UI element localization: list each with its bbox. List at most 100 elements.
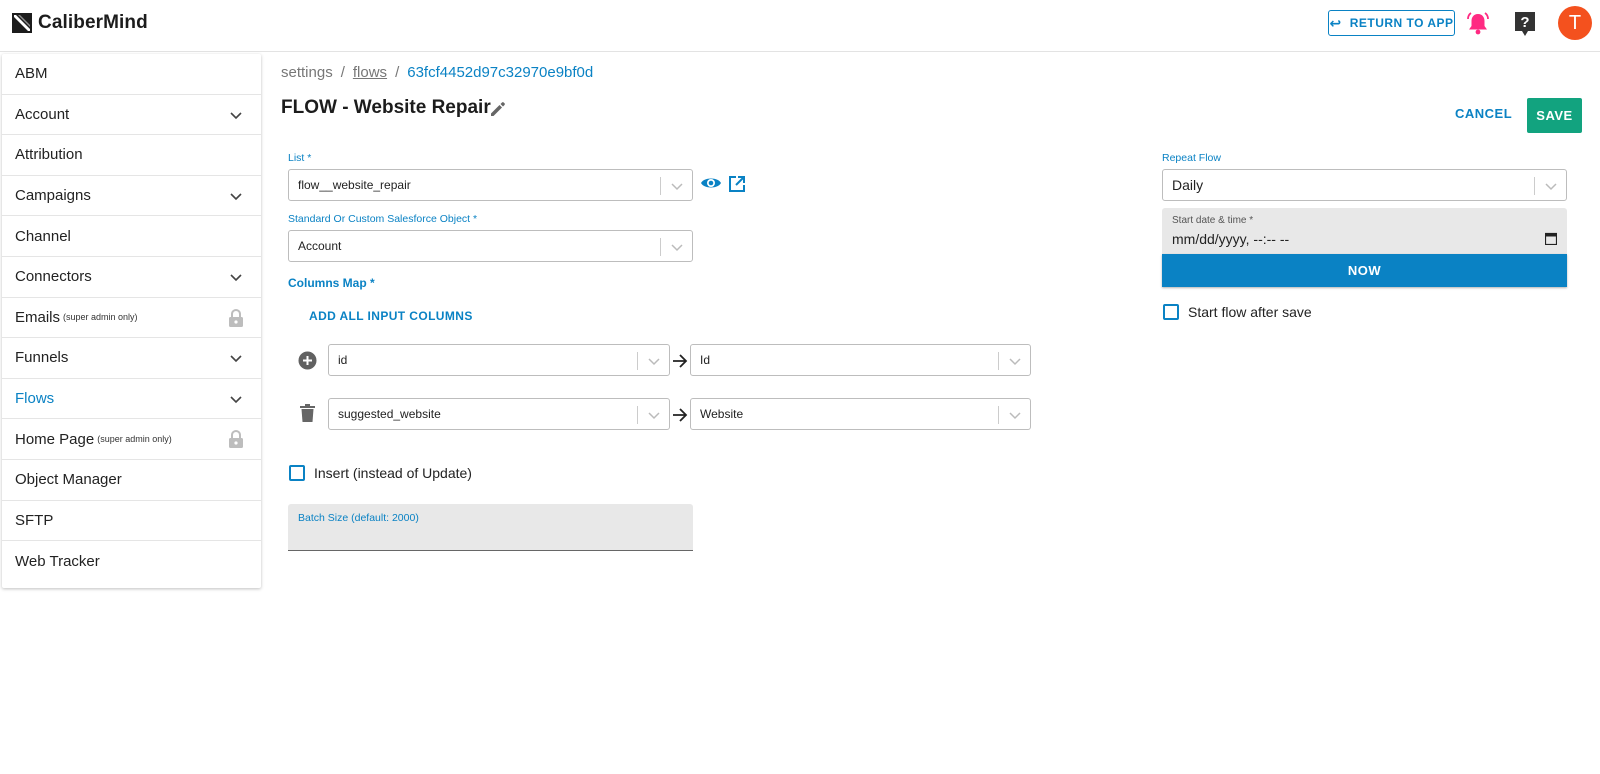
sidebar-item-label: Flows <box>15 390 55 408</box>
settings-sidebar: ABM Account Attribution Campaigns Channel Con… <box>2 54 261 588</box>
batch-size-label: Batch Size (default: 2000) <box>298 512 419 524</box>
sidebar-item-account[interactable]: Account <box>2 95 261 136</box>
chevron-down-icon <box>230 112 242 119</box>
breadcrumb-settings[interactable]: settings <box>281 64 333 81</box>
select-divider <box>637 406 638 424</box>
repeat-flow-value: Daily <box>1172 177 1204 193</box>
sidebar-item-note: (super admin only) <box>97 434 172 445</box>
insert-checkbox-label: Insert (instead of Update) <box>314 465 472 481</box>
sidebar-item-object-manager[interactable]: Object Manager <box>2 460 261 501</box>
delete-mapping-trash-icon[interactable] <box>300 404 315 422</box>
return-to-app-button[interactable]: ↩ RETURN TO APP <box>1328 10 1455 36</box>
object-label: Standard Or Custom Salesforce Object * <box>288 213 478 225</box>
lock-icon <box>229 430 243 449</box>
repeat-flow-label: Repeat Flow <box>1162 152 1221 164</box>
add-all-input-columns-button[interactable]: ADD ALL INPUT COLUMNS <box>309 309 473 323</box>
sidebar-item-label: Object Manager <box>15 471 122 489</box>
chevron-down-icon <box>1009 358 1021 366</box>
user-avatar[interactable]: T <box>1558 6 1592 40</box>
mapping-target-select[interactable]: Website <box>690 398 1031 430</box>
sidebar-item-label: Attribution <box>15 146 83 164</box>
chevron-down-icon <box>648 412 660 420</box>
sidebar-item-connectors[interactable]: Connectors <box>2 257 261 298</box>
sidebar-item-home-page[interactable]: Home Page (super admin only) <box>2 419 261 460</box>
sidebar-item-label: Account <box>15 105 70 123</box>
chevron-down-icon <box>671 183 683 191</box>
sidebar-item-label: Funnels <box>15 349 69 367</box>
list-label: List * <box>288 152 312 164</box>
sidebar-item-label: Channel <box>15 227 71 245</box>
now-button[interactable]: NOW <box>1162 254 1567 287</box>
chevron-down-icon <box>230 355 242 363</box>
chevron-down-icon <box>1009 412 1021 420</box>
mapping-source-value: suggested_website <box>338 407 441 421</box>
list-select[interactable]: flow__website_repair <box>288 169 693 201</box>
mapping-target-value: Website <box>700 407 744 421</box>
calendar-icon[interactable] <box>1545 232 1557 245</box>
open-external-icon[interactable] <box>728 175 746 193</box>
breadcrumb-flows-link[interactable]: flows <box>353 64 387 81</box>
mapping-source-value: id <box>338 353 348 367</box>
sidebar-item-sftp[interactable]: SFTP <box>2 501 261 542</box>
breadcrumb-separator: / <box>395 64 400 81</box>
notification-bell-icon[interactable] <box>1465 11 1491 37</box>
sidebar-item-label: Campaigns <box>15 187 91 205</box>
save-button[interactable]: SAVE <box>1527 98 1582 133</box>
return-arrow-icon: ↩ <box>1329 14 1342 31</box>
start-date-time-value: mm/dd/yyyy, --:-- -- <box>1172 231 1290 247</box>
chevron-down-icon <box>648 358 660 366</box>
insert-checkbox[interactable] <box>289 465 305 481</box>
sidebar-item-label: Web Tracker <box>15 552 100 570</box>
preview-eye-icon[interactable] <box>700 175 722 191</box>
select-divider <box>660 238 661 256</box>
sidebar-item-label: ABM <box>15 65 48 83</box>
chevron-down-icon <box>671 244 683 252</box>
sidebar-item-attribution[interactable]: Attribution <box>2 135 261 176</box>
chevron-down-icon <box>1545 183 1557 191</box>
sidebar-item-note: (super admin only) <box>63 312 138 323</box>
sidebar-item-channel[interactable]: Channel <box>2 216 261 257</box>
mapping-source-select[interactable]: suggested_website <box>328 398 670 430</box>
sidebar-item-abm[interactable]: ABM <box>2 54 261 95</box>
mapping-source-select[interactable]: id <box>328 344 670 376</box>
breadcrumb-separator: / <box>340 64 345 81</box>
brand-name: CaliberMind <box>38 12 148 33</box>
sidebar-item-label: Emails <box>15 308 61 326</box>
sidebar-item-label: SFTP <box>15 511 54 529</box>
sidebar-item-emails[interactable]: Emails (super admin only) <box>2 298 261 339</box>
select-divider <box>660 177 661 195</box>
list-select-value: flow__website_repair <box>298 178 411 192</box>
sidebar-item-funnels[interactable]: Funnels <box>2 338 261 379</box>
mapping-target-value: Id <box>700 353 711 367</box>
repeat-flow-select[interactable]: Daily <box>1162 169 1567 201</box>
mapping-target-select[interactable]: Id <box>690 344 1031 376</box>
batch-size-input[interactable]: Batch Size (default: 2000) <box>288 504 693 551</box>
arrow-right-icon <box>673 408 688 422</box>
select-divider <box>998 406 999 424</box>
breadcrumb-flow-id: 63fcf4452d97c32970e9bf0d <box>407 64 594 81</box>
svg-text:?: ? <box>1520 14 1529 31</box>
arrow-right-icon <box>673 354 688 368</box>
cancel-button[interactable]: CANCEL <box>1455 106 1512 121</box>
chevron-down-icon <box>230 274 242 282</box>
start-after-save-checkbox[interactable] <box>1163 304 1179 320</box>
brand-logo[interactable]: CaliberMind <box>12 12 148 34</box>
chevron-down-icon <box>230 396 242 403</box>
start-date-time-input[interactable]: Start date & time * mm/dd/yyyy, --:-- -- <box>1162 208 1567 254</box>
select-divider <box>998 352 999 370</box>
sidebar-item-campaigns[interactable]: Campaigns <box>2 176 261 217</box>
sidebar-item-label: Connectors <box>15 268 92 286</box>
sidebar-item-flows[interactable]: Flows <box>2 379 261 420</box>
sidebar-item-label: Home Page <box>15 430 95 448</box>
sidebar-item-web-tracker[interactable]: Web Tracker <box>2 541 261 582</box>
edit-pencil-icon[interactable] <box>489 100 507 118</box>
select-divider <box>1534 177 1535 195</box>
columns-map-label: Columns Map * <box>288 276 375 290</box>
start-after-save-label: Start flow after save <box>1188 304 1312 320</box>
add-mapping-plus-icon[interactable] <box>298 351 317 370</box>
select-divider <box>637 352 638 370</box>
start-date-time-label: Start date & time * <box>1172 215 1254 226</box>
salesforce-object-value: Account <box>298 239 342 253</box>
help-icon[interactable]: ? <box>1514 11 1536 37</box>
salesforce-object-select[interactable]: Account <box>288 230 693 262</box>
